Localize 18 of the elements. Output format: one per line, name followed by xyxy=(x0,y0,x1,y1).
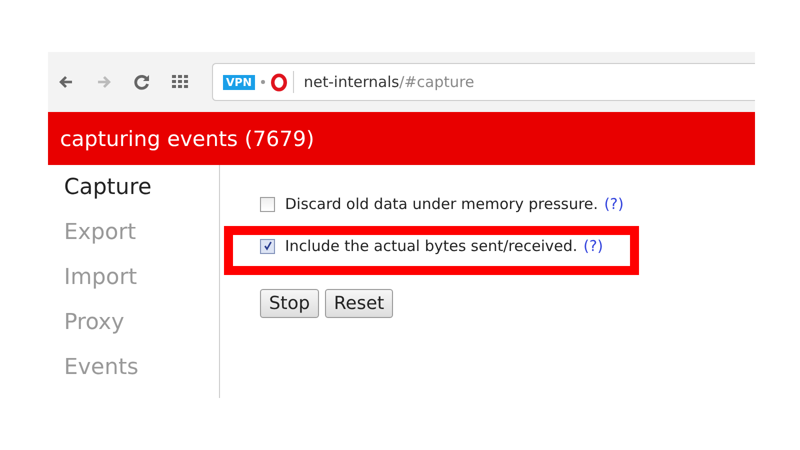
checkbox[interactable] xyxy=(260,196,275,212)
help-link[interactable]: (?) xyxy=(604,195,624,213)
url-text: net-internals/#capture xyxy=(304,73,474,91)
separator-dot-icon xyxy=(260,80,265,84)
check-icon xyxy=(262,241,272,251)
sidebar-tab[interactable]: Capture xyxy=(64,175,219,220)
stop-button[interactable]: Stop xyxy=(260,289,319,318)
apps-grid-icon[interactable] xyxy=(172,75,188,89)
header-title: capturing events (7679) xyxy=(60,126,314,150)
checkbox[interactable] xyxy=(260,238,275,254)
option-label: Discard old data under memory pressure. xyxy=(285,195,598,213)
o-logo-icon xyxy=(270,72,287,92)
address-bar[interactable]: VPN net-internals/#capture xyxy=(212,63,755,101)
reload-icon[interactable] xyxy=(134,74,150,90)
help-link[interactable]: (?) xyxy=(583,237,604,255)
back-icon[interactable] xyxy=(58,74,74,90)
option-label: Include the actual bytes sent/received. xyxy=(285,237,578,255)
reset-button[interactable]: Reset xyxy=(324,289,394,318)
